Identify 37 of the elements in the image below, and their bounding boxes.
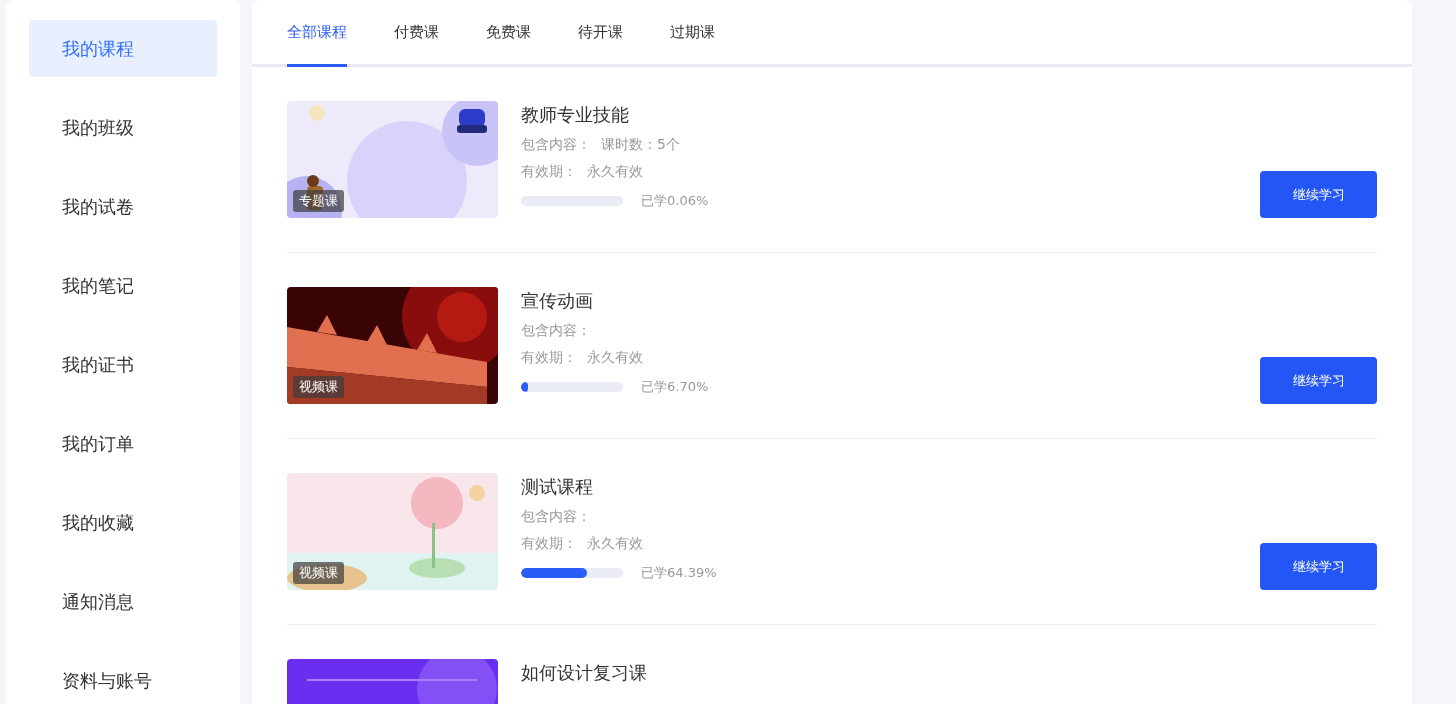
meta-label: 有效期： <box>521 349 577 367</box>
badge: 专题课 <box>293 190 344 212</box>
sidebar-item[interactable]: 我的班级 <box>29 99 217 156</box>
sidebar-item[interactable]: 我的课程 <box>29 20 217 77</box>
sidebar-item[interactable]: 我的订单 <box>29 415 217 472</box>
continue-button[interactable]: 继续学习 <box>1260 171 1377 218</box>
sidebar-item[interactable]: 我的试卷 <box>29 178 217 235</box>
sidebar-item[interactable]: 我的证书 <box>29 336 217 393</box>
meta-label: 有效期： <box>521 163 577 181</box>
meta-value: 永久有效 <box>587 535 643 553</box>
badge: 视频课 <box>293 562 344 584</box>
meta-label: 包含内容： <box>521 136 591 154</box>
meta-value: 永久有效 <box>587 163 643 181</box>
meta-label: 有效期： <box>521 535 577 553</box>
meta-value: 永久有效 <box>587 349 643 367</box>
sidebar-item[interactable]: 资料与账号 <box>29 652 217 704</box>
meta-label: 包含内容： <box>521 322 591 340</box>
continue-button[interactable]: 继续学习 <box>1260 357 1377 404</box>
progress-text: 已学6.70% <box>641 378 709 396</box>
meta-label: 包含内容： <box>521 508 591 526</box>
meta-value: 课时数：5个 <box>601 136 680 154</box>
continue-button[interactable]: 继续学习 <box>1260 543 1377 590</box>
course-title[interactable]: 教师专业技能 <box>521 103 1237 127</box>
tab[interactable]: 待开课 <box>578 0 623 67</box>
tab[interactable]: 免费课 <box>486 0 531 67</box>
course-title[interactable]: 如何设计复习课 <box>521 661 1377 685</box>
progress-text: 已学0.06% <box>641 192 709 210</box>
course-title[interactable]: 宣传动画 <box>521 289 1237 313</box>
course-title[interactable]: 测试课程 <box>521 475 1237 499</box>
badge: 视频课 <box>293 376 344 398</box>
tab[interactable]: 全部课程 <box>287 0 347 67</box>
sidebar-item[interactable]: 我的收藏 <box>29 494 217 551</box>
sidebar-item[interactable]: 我的笔记 <box>29 257 217 314</box>
sidebar-item[interactable]: 通知消息 <box>29 573 217 630</box>
progress-text: 已学64.39% <box>641 564 717 582</box>
tab[interactable]: 过期课 <box>670 0 715 67</box>
tab[interactable]: 付费课 <box>394 0 439 67</box>
